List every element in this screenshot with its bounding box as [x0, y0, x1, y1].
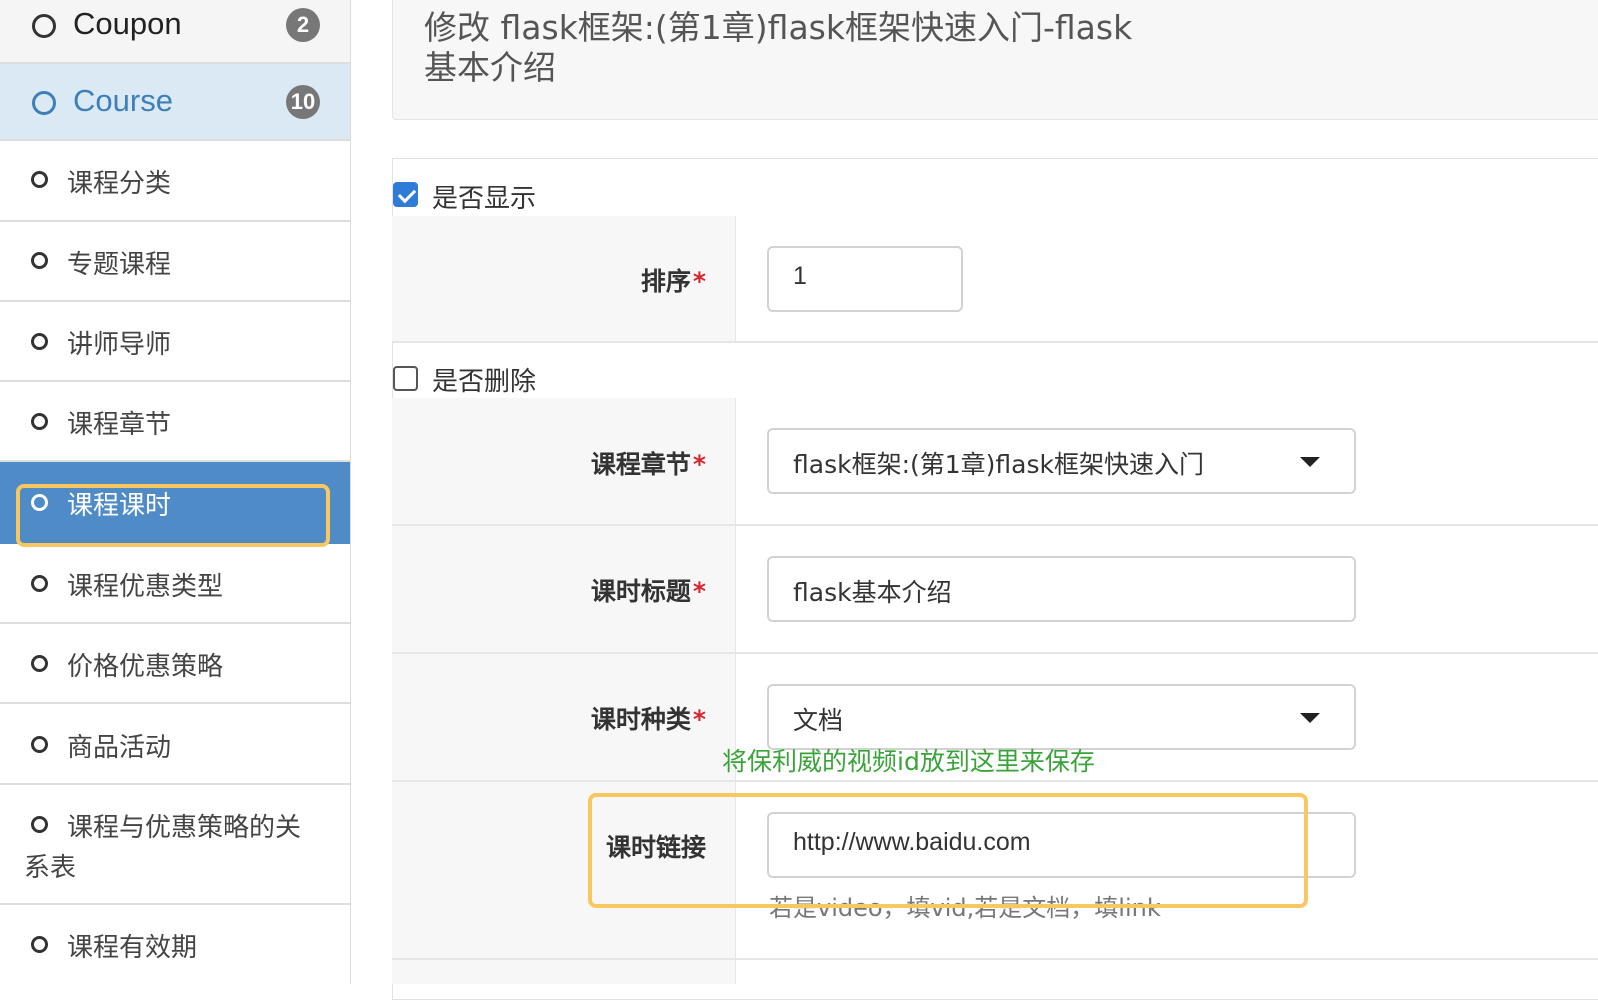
sidebar-item-label: Course [73, 83, 173, 118]
delete-checkbox[interactable] [393, 366, 418, 391]
row-divider [392, 341, 1598, 343]
kind-select-value: 文档 [793, 706, 844, 735]
sidebar-item-label: 专题课程 [67, 250, 172, 280]
highlight-box-sidebar [16, 484, 330, 547]
title-label: 课时标题* [591, 572, 706, 608]
title-input-value: flask基本介绍 [793, 578, 952, 607]
required-mark: * [692, 705, 706, 734]
sidebar-item-label: 课程分类 [67, 169, 172, 199]
sidebar-item-price-policy[interactable]: 价格优惠策略 [0, 624, 350, 704]
circle-icon [32, 14, 56, 38]
sidebar-item-coupon-type[interactable]: 课程优惠类型 [0, 544, 350, 624]
circle-icon [32, 91, 56, 115]
circle-icon [31, 171, 48, 188]
show-checkbox[interactable] [393, 182, 418, 207]
circle-icon [31, 413, 48, 430]
required-mark: * [692, 577, 706, 606]
count-badge: 2 [286, 8, 320, 42]
count-badge: 10 [286, 85, 320, 119]
circle-icon [31, 936, 48, 953]
required-mark: * [692, 450, 706, 479]
sidebar-item-course-policy-relation[interactable]: 课程与优惠策略的关 系表 [0, 785, 350, 905]
order-input[interactable]: 1 [767, 246, 963, 312]
kind-select[interactable]: 文档 [767, 684, 1356, 750]
circle-icon [31, 655, 48, 672]
sidebar-item-label: 商品活动 [67, 733, 172, 763]
kind-label: 课时种类* [591, 700, 706, 736]
chapter-label: 课程章节* [591, 445, 706, 481]
highlight-box-link [588, 793, 1308, 908]
chevron-down-icon [1300, 713, 1320, 723]
show-checkbox-label: 是否显示 [432, 184, 537, 214]
sidebar-item-label: 课程有效期 [67, 933, 198, 963]
sidebar-item-course-validity[interactable]: 课程有效期 [0, 905, 350, 995]
delete-checkbox-label: 是否删除 [432, 367, 537, 397]
chapter-select[interactable]: flask框架:(第1章)flask框架快速入门 [767, 428, 1356, 494]
circle-icon [31, 575, 48, 592]
order-input-value: 1 [793, 262, 807, 290]
circle-icon [31, 333, 48, 350]
sidebar-item-teachers[interactable]: 讲师导师 [0, 302, 350, 382]
row-divider [392, 958, 1598, 960]
required-mark: * [692, 267, 706, 296]
page-title-line1: 修改 flask框架:(第1章)flask框架快速入门-flask [424, 8, 1133, 47]
page-title: 修改 flask框架:(第1章)flask框架快速入门-flask 基本介绍 [424, 8, 1184, 88]
page-title-line2: 基本介绍 [424, 48, 556, 87]
order-label: 排序* [641, 262, 706, 298]
sidebar: Coupon 2 Course 10 课程分类 专题课程 讲师导师 课程章节 课… [0, 0, 351, 995]
sidebar-item-coupon[interactable]: Coupon 2 [0, 0, 350, 64]
annotation-text: 将保利威的视频id放到这里来保存 [722, 747, 1095, 776]
sidebar-item-label: 课程与优惠策略的关 [67, 813, 302, 843]
sidebar-item-label-line2: 系表 [24, 853, 77, 883]
chapter-select-value: flask框架:(第1章)flask框架快速入门 [793, 450, 1204, 479]
chevron-down-icon [1300, 457, 1320, 467]
sidebar-item-course[interactable]: Course 10 [0, 64, 350, 141]
title-input[interactable]: flask基本介绍 [767, 556, 1356, 622]
sidebar-item-label: 课程章节 [67, 410, 172, 440]
sidebar-item-course-category[interactable]: 课程分类 [0, 141, 350, 222]
chapter-label-text: 课程章节 [590, 450, 691, 479]
sidebar-item-label: 讲师导师 [67, 330, 172, 360]
sidebar-item-special-course[interactable]: 专题课程 [0, 222, 350, 302]
sidebar-item-label: Coupon [73, 6, 182, 41]
circle-icon [31, 736, 48, 753]
sidebar-item-product-activity[interactable]: 商品活动 [0, 704, 350, 785]
sidebar-item-label: 课程优惠类型 [67, 572, 224, 602]
sidebar-item-label: 价格优惠策略 [67, 652, 224, 682]
order-label-text: 排序 [640, 267, 691, 296]
circle-icon [31, 252, 48, 269]
sidebar-item-course-chapter[interactable]: 课程章节 [0, 382, 350, 462]
kind-label-text: 课时种类 [590, 705, 691, 734]
circle-icon [31, 816, 48, 833]
title-label-text: 课时标题 [590, 577, 691, 606]
